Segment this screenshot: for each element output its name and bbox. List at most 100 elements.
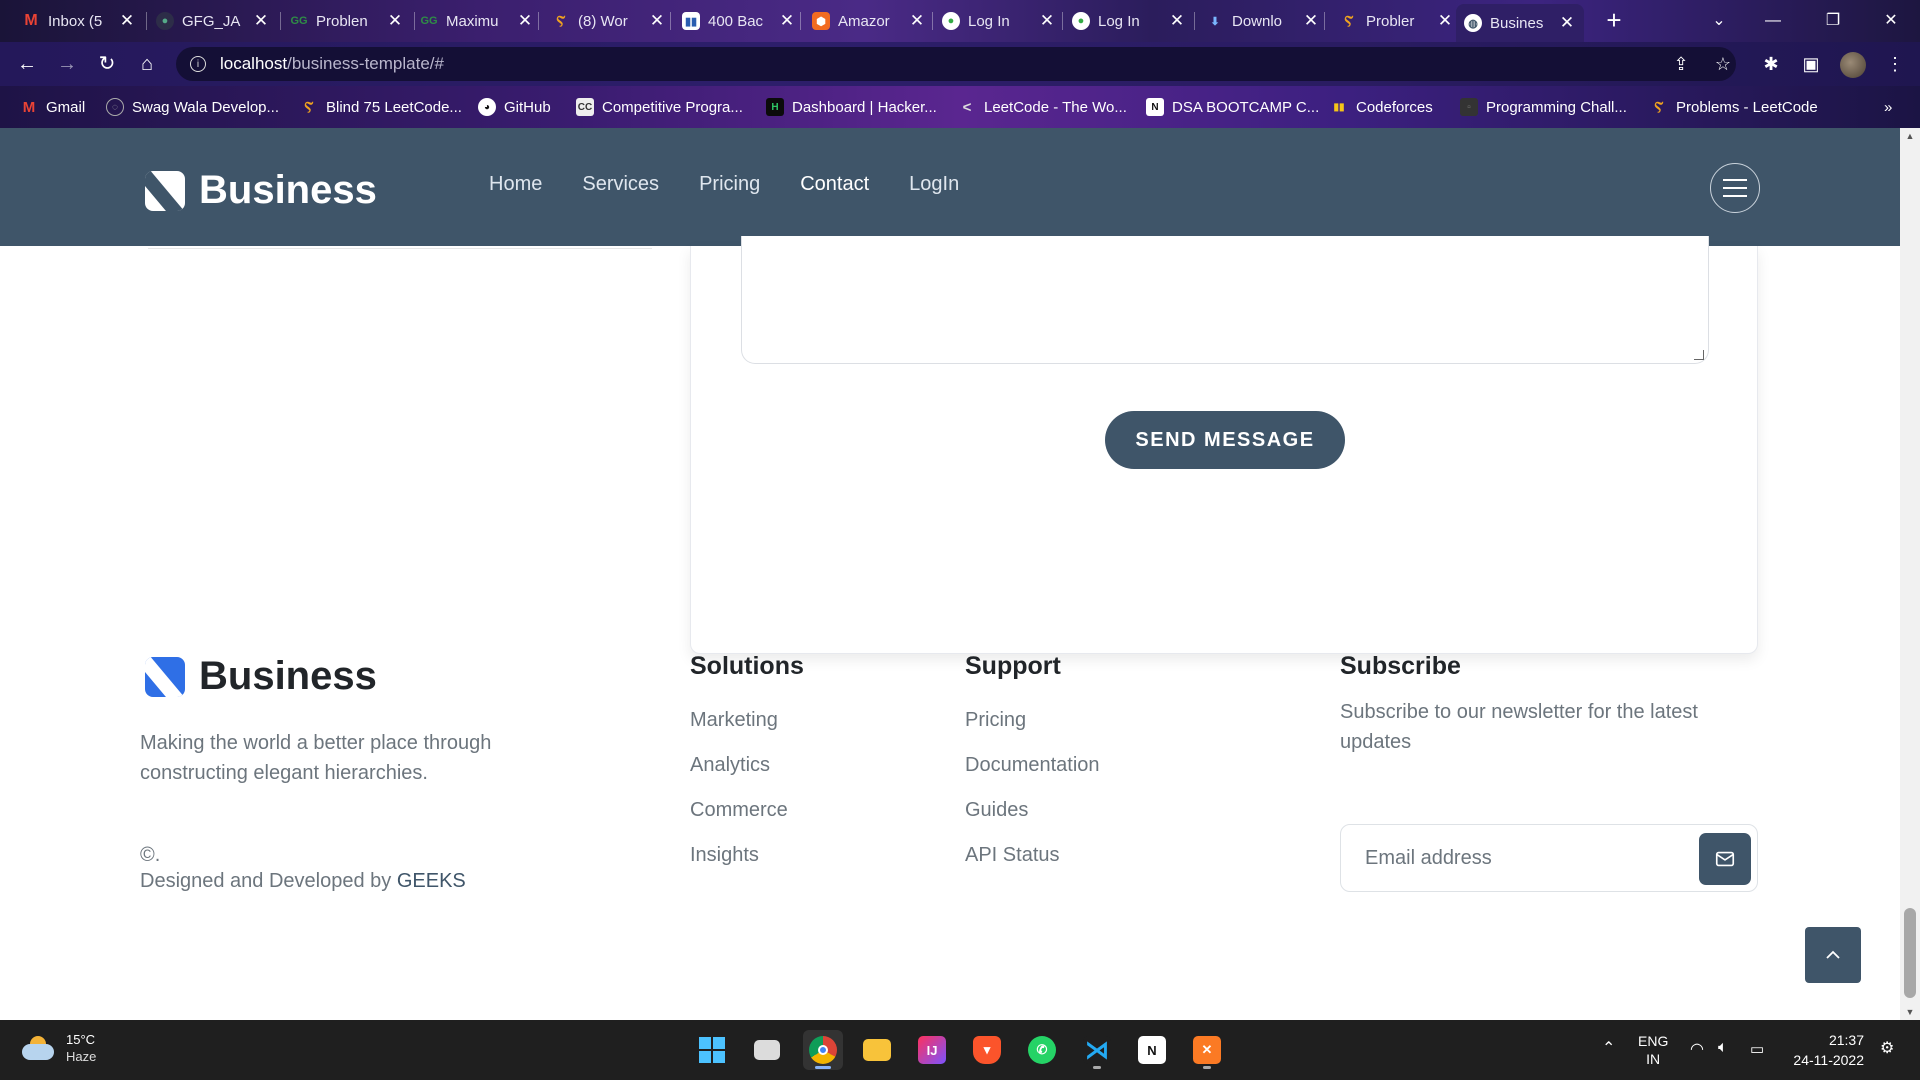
credit-brand-link[interactable]: GEEKS — [397, 870, 466, 892]
close-tab-icon[interactable]: ✕ — [252, 11, 270, 31]
taskbar-vscode[interactable]: ⋊ — [1077, 1030, 1117, 1070]
bookmark-item[interactable]: ▮▮ Codeforces — [1330, 96, 1432, 118]
show-hidden-icons-chevron[interactable]: ⌃ — [1602, 1038, 1615, 1058]
scroll-down-arrow-icon[interactable]: ▼ — [1900, 1004, 1920, 1020]
bookmark-item[interactable]: H Dashboard | Hacker... — [766, 96, 937, 118]
close-tab-icon[interactable]: ✕ — [1302, 11, 1320, 31]
url-input[interactable]: i localhost/business-template/# — [176, 47, 1736, 81]
restore-button[interactable]: ❐ — [1808, 6, 1858, 36]
browser-tab[interactable]: Ⲋ Probler ✕ — [1332, 4, 1462, 38]
notifications-icon[interactable]: ⚙︎ — [1880, 1038, 1894, 1058]
nav-pricing[interactable]: Pricing — [699, 173, 760, 196]
close-tab-icon[interactable]: ✕ — [1436, 11, 1454, 31]
browser-menu-icon[interactable]: ⋮ — [1880, 50, 1910, 78]
forward-button[interactable]: → — [52, 50, 82, 78]
send-message-button[interactable]: SEND MESSAGE — [1105, 411, 1345, 469]
browser-tab[interactable]: ● Log In ✕ — [1064, 4, 1194, 38]
task-view-button[interactable] — [747, 1030, 787, 1070]
minimize-button[interactable]: — — [1748, 6, 1798, 36]
close-window-button[interactable]: ✕ — [1866, 6, 1916, 36]
clock[interactable]: 21:37 24-11-2022 — [1790, 1030, 1864, 1070]
message-textarea[interactable] — [741, 236, 1709, 364]
page-scrollbar[interactable]: ▲ ▼ — [1900, 128, 1920, 1020]
taskbar-notion[interactable]: N — [1132, 1030, 1172, 1070]
hamburger-menu-button[interactable] — [1710, 163, 1760, 213]
share-icon[interactable]: ⇪ — [1666, 50, 1696, 78]
globe-icon: ◌ — [106, 98, 124, 116]
browser-tab[interactable]: ⬇ Downlo ✕ — [1198, 4, 1328, 38]
newsletter-email-field[interactable]: Email address — [1340, 824, 1758, 892]
bookmark-item[interactable]: ▫ Programming Chall... — [1460, 96, 1627, 118]
footer-link-guides[interactable]: Guides — [965, 799, 1100, 822]
volume-icon[interactable]: 🔈︎ — [1718, 1039, 1728, 1057]
bookmark-item[interactable]: M Gmail — [20, 96, 85, 118]
header-logo[interactable]: Business — [145, 168, 377, 213]
bookmark-item[interactable]: N DSA BOOTCAMP C... — [1146, 96, 1319, 118]
bookmark-item[interactable]: ◌ Swag Wala Develop... — [106, 96, 279, 118]
scroll-up-arrow-icon[interactable]: ▲ — [1900, 128, 1920, 144]
nav-login[interactable]: LogIn — [909, 173, 959, 196]
bookmark-item[interactable]: CC Competitive Progra... — [576, 96, 743, 118]
browser-tab[interactable]: ⬢ Amazor ✕ — [804, 4, 934, 38]
browser-tab[interactable]: Ⲋ (8) Wor ✕ — [544, 4, 674, 38]
footer-link-pricing[interactable]: Pricing — [965, 709, 1100, 732]
nav-services[interactable]: Services — [582, 173, 659, 196]
taskbar-intellij[interactable]: IJ — [912, 1030, 952, 1070]
site-info-icon[interactable]: i — [190, 56, 206, 72]
browser-tab[interactable]: ● GFG_JA ✕ — [148, 4, 278, 38]
nav-contact[interactable]: Contact — [800, 173, 869, 196]
bookmark-item[interactable]: < LeetCode - The Wo... — [958, 96, 1127, 118]
taskbar-brave[interactable]: ▾ — [967, 1030, 1007, 1070]
browser-tab[interactable]: M Inbox (5 ✕ — [14, 4, 144, 38]
close-tab-icon[interactable]: ✕ — [1038, 11, 1056, 31]
bookmark-item[interactable]: Ⲋ Blind 75 LeetCode... — [300, 96, 462, 118]
bookmark-star-icon[interactable]: ☆ — [1708, 50, 1738, 78]
close-tab-icon[interactable]: ✕ — [648, 11, 666, 31]
globe-icon: ● — [1072, 12, 1090, 30]
close-tab-icon[interactable]: ✕ — [778, 11, 796, 31]
close-tab-icon[interactable]: ✕ — [118, 11, 136, 31]
bookmark-item[interactable]: ◕ GitHub — [478, 96, 551, 118]
footer-link-marketing[interactable]: Marketing — [690, 709, 804, 732]
taskbar-file-explorer[interactable] — [857, 1030, 897, 1070]
back-to-top-button[interactable] — [1805, 927, 1861, 983]
close-tab-icon[interactable]: ✕ — [386, 11, 404, 31]
taskbar-whatsapp[interactable]: ✆ — [1022, 1030, 1062, 1070]
close-tab-icon[interactable]: ✕ — [1558, 13, 1576, 33]
back-button[interactable]: ← — [12, 50, 42, 78]
reload-button[interactable]: ↻ — [92, 50, 122, 78]
bookmark-item[interactable]: Ⲋ Problems - LeetCode — [1650, 96, 1818, 118]
subscribe-submit-button[interactable] — [1699, 833, 1751, 885]
footer-link-api-status[interactable]: API Status — [965, 844, 1100, 867]
close-tab-icon[interactable]: ✕ — [908, 11, 926, 31]
tab-search-chevron-icon[interactable]: ⌄ — [1694, 6, 1744, 36]
weather-widget[interactable]: 15°C Haze — [20, 1032, 96, 1066]
browser-tab-active[interactable]: ◍ Busines ✕ — [1456, 4, 1584, 42]
profile-avatar[interactable] — [1840, 52, 1866, 78]
extensions-icon[interactable]: ✱ — [1756, 50, 1786, 78]
more-bookmarks-button[interactable]: » — [1884, 96, 1892, 118]
nav-home[interactable]: Home — [489, 173, 542, 196]
footer-link-analytics[interactable]: Analytics — [690, 754, 804, 777]
browser-tab[interactable]: GG Problen ✕ — [282, 4, 412, 38]
resize-handle-icon[interactable] — [1694, 350, 1704, 360]
close-tab-icon[interactable]: ✕ — [516, 11, 534, 31]
footer-logo[interactable]: Business — [145, 654, 377, 699]
taskbar-xampp[interactable]: ✕ — [1187, 1030, 1227, 1070]
new-tab-button[interactable]: + — [1599, 6, 1629, 36]
footer-link-insights[interactable]: Insights — [690, 844, 804, 867]
scrollbar-thumb[interactable] — [1904, 908, 1916, 998]
start-button[interactable] — [692, 1030, 732, 1070]
footer-link-documentation[interactable]: Documentation — [965, 754, 1100, 777]
browser-tab[interactable]: GG Maximu ✕ — [412, 4, 542, 38]
wifi-icon[interactable]: ◠ — [1690, 1039, 1704, 1059]
close-tab-icon[interactable]: ✕ — [1168, 11, 1186, 31]
browser-tab[interactable]: ▮▮ 400 Bac ✕ — [674, 4, 804, 38]
battery-icon[interactable]: ▭ — [1750, 1040, 1764, 1058]
side-panel-icon[interactable]: ▣ — [1796, 50, 1826, 78]
language-indicator[interactable]: ENG IN — [1638, 1032, 1668, 1068]
browser-tab[interactable]: ● Log In ✕ — [934, 4, 1064, 38]
taskbar-chrome[interactable] — [803, 1030, 843, 1070]
footer-link-commerce[interactable]: Commerce — [690, 799, 804, 822]
home-button[interactable]: ⌂ — [132, 50, 162, 78]
